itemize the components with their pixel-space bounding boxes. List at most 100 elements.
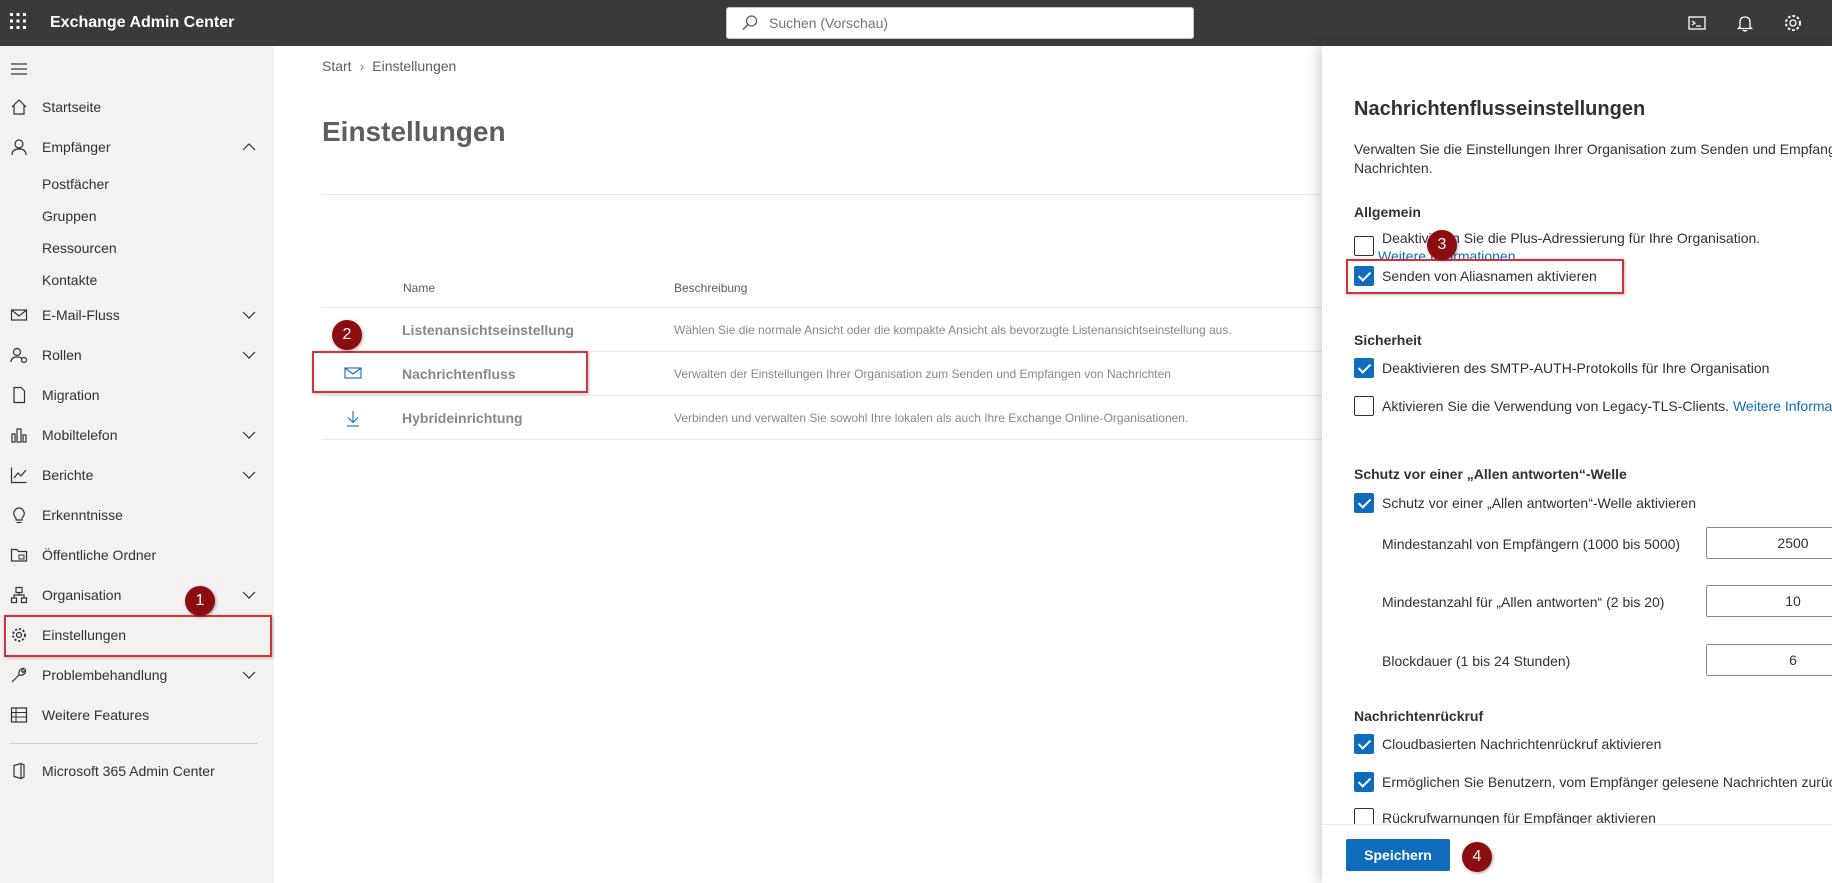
settings-panel: Nachrichtenflusseinstellungen Verwalten … bbox=[1322, 46, 1832, 883]
nav-item-organisation[interactable]: Organisation bbox=[0, 576, 274, 614]
panel-description: Verwalten Sie die Einstellungen Ihrer Or… bbox=[1354, 140, 1832, 178]
smtp-auth-label: Deaktivieren des SMTP-AUTH-Protokolls fü… bbox=[1382, 360, 1770, 376]
chevron-down-icon[interactable] bbox=[242, 308, 256, 322]
folder-icon bbox=[10, 548, 28, 562]
legacy-tls-learn-more-link[interactable]: Weitere Informationen bbox=[1733, 398, 1832, 414]
breadcrumb: Start › Einstellungen bbox=[322, 58, 456, 74]
waffle-icon[interactable] bbox=[8, 11, 28, 31]
nav-label: Empfänger bbox=[42, 139, 111, 155]
min-recipients-label: Mindestanzahl von Empfängern (1000 bis 5… bbox=[1382, 536, 1681, 552]
roles-icon bbox=[10, 347, 28, 364]
legacy-tls-checkbox[interactable] bbox=[1354, 396, 1374, 416]
step-badge-1: 1 bbox=[185, 586, 215, 616]
smtp-auth-checkbox[interactable] bbox=[1354, 358, 1374, 378]
breadcrumb-start[interactable]: Start bbox=[322, 58, 352, 74]
breadcrumb-separator-icon: › bbox=[359, 58, 365, 74]
office-icon bbox=[13, 762, 25, 780]
nav-item-erkenntnisse[interactable]: Erkenntnisse bbox=[0, 496, 274, 534]
download-icon bbox=[347, 411, 359, 427]
section-heading-reply-all: Schutz vor einer „Allen antworten“-Welle bbox=[1354, 466, 1627, 482]
min-replies-input[interactable] bbox=[1706, 585, 1832, 617]
save-button[interactable]: Speichern bbox=[1346, 839, 1450, 871]
nav-item-problembehandlung[interactable]: Problembehandlung bbox=[0, 656, 274, 694]
legacy-tls-label: Aktivieren Sie die Verwendung von Legacy… bbox=[1382, 398, 1832, 414]
nav-item-m365-admin-center[interactable]: Microsoft 365 Admin Center bbox=[0, 752, 274, 790]
top-bar: Exchange Admin Center bbox=[0, 0, 1832, 46]
chart-icon bbox=[10, 467, 27, 484]
nav-label: Berichte bbox=[42, 467, 94, 483]
min-replies-label: Mindestanzahl für „Allen antworten“ (2 b… bbox=[1382, 594, 1665, 610]
read-recall-checkbox[interactable] bbox=[1354, 772, 1374, 792]
nav-sub-postfaecher[interactable]: Postfächer bbox=[42, 176, 109, 192]
nav-label: Erkenntnisse bbox=[42, 507, 123, 523]
nav-sub-gruppen[interactable]: Gruppen bbox=[42, 208, 96, 224]
nav-item-startseite[interactable]: Startseite bbox=[0, 88, 274, 126]
highlight-box-einstellungen bbox=[4, 615, 272, 657]
section-heading-recall: Nachrichtenrückruf bbox=[1354, 708, 1484, 724]
search-box[interactable] bbox=[726, 7, 1194, 39]
search-input[interactable] bbox=[769, 12, 1179, 34]
nav-item-migration[interactable]: Migration bbox=[0, 376, 274, 414]
nav-label: Rollen bbox=[42, 347, 82, 363]
document-icon bbox=[13, 386, 26, 404]
nav-item-mobiltelefon[interactable]: Mobiltelefon bbox=[0, 416, 274, 454]
chevron-down-icon[interactable] bbox=[242, 348, 256, 362]
panel-description-line: Nachrichten. bbox=[1354, 160, 1433, 176]
main-content: Start › Einstellungen Einstellungen Name B… bbox=[274, 46, 1322, 883]
column-header-description[interactable]: Beschreibung bbox=[674, 281, 747, 295]
panel-description-line: Verwalten Sie die Einstellungen Ihrer Or… bbox=[1354, 141, 1832, 157]
nav-item-email-fluss[interactable]: E-Mail-Fluss bbox=[0, 296, 274, 334]
nav-item-berichte[interactable]: Berichte bbox=[0, 456, 274, 494]
bell-icon[interactable] bbox=[1734, 12, 1756, 34]
legacy-tls-text: Aktivieren Sie die Verwendung von Legacy… bbox=[1382, 398, 1730, 414]
nav-label: Weitere Features bbox=[42, 707, 150, 723]
reply-all-storm-checkbox[interactable] bbox=[1354, 493, 1374, 513]
row-description: Wählen Sie die normale Ansicht oder die … bbox=[674, 323, 1232, 337]
nav-label: Startseite bbox=[42, 99, 102, 115]
panel-footer: Speichern bbox=[1322, 824, 1832, 883]
hamburger-menu-icon[interactable] bbox=[10, 62, 28, 76]
grid-icon bbox=[10, 707, 28, 723]
nav-item-rollen[interactable]: Rollen bbox=[0, 336, 274, 374]
table-row-listenansicht[interactable]: Listenansichtseinstellung Wählen Sie die… bbox=[322, 308, 1322, 352]
wrench-icon bbox=[11, 667, 27, 683]
gear-icon[interactable] bbox=[1782, 12, 1804, 34]
row-description: Verwalten der Einstellungen Ihrer Organi… bbox=[674, 367, 1171, 381]
min-recipients-input[interactable] bbox=[1706, 527, 1832, 559]
app-title[interactable]: Exchange Admin Center bbox=[50, 14, 234, 32]
reply-all-storm-label: Schutz vor einer „Allen antworten“-Welle… bbox=[1382, 495, 1697, 511]
row-description: Verbinden und verwalten Sie sowohl Ihre … bbox=[674, 411, 1189, 425]
nav-sub-kontakte[interactable]: Kontakte bbox=[42, 272, 97, 288]
nav-label: E-Mail-Fluss bbox=[42, 307, 120, 323]
highlight-box-nachrichtenfluss bbox=[312, 351, 588, 393]
nav-label: Mobiltelefon bbox=[42, 427, 118, 443]
chevron-down-icon[interactable] bbox=[242, 468, 256, 482]
person-icon bbox=[11, 139, 27, 156]
phone-icon bbox=[11, 428, 27, 443]
block-duration-label: Blockdauer (1 bis 24 Stunden) bbox=[1382, 653, 1571, 669]
column-header-name[interactable]: Name bbox=[403, 281, 435, 295]
table-row-hybrideinrichtung[interactable]: Hybrideinrichtung Verbinden und verwalte… bbox=[322, 396, 1322, 440]
row-name: Listenansichtseinstellung bbox=[402, 322, 574, 338]
lightbulb-icon bbox=[13, 507, 25, 524]
home-icon bbox=[11, 99, 27, 115]
nav-item-weitere-features[interactable]: Weitere Features bbox=[0, 696, 274, 734]
panel-title: Nachrichtenflusseinstellungen bbox=[1354, 98, 1646, 120]
nav-item-empfaenger[interactable]: Empfänger bbox=[0, 128, 274, 166]
step-badge-3: 3 bbox=[1427, 230, 1457, 260]
nav-sub-ressourcen[interactable]: Ressourcen bbox=[42, 240, 117, 256]
plus-addressing-checkbox[interactable] bbox=[1354, 236, 1374, 256]
chevron-down-icon[interactable] bbox=[242, 428, 256, 442]
chevron-down-icon[interactable] bbox=[242, 668, 256, 682]
section-heading-general: Allgemein bbox=[1354, 204, 1421, 220]
chevron-down-icon[interactable] bbox=[242, 588, 256, 602]
nav-item-oeffentliche-ordner[interactable]: Öffentliche Ordner bbox=[0, 536, 274, 574]
chevron-up-icon[interactable] bbox=[242, 140, 256, 154]
terminal-icon[interactable] bbox=[1686, 12, 1708, 34]
block-duration-input[interactable] bbox=[1706, 644, 1832, 676]
cloud-recall-checkbox[interactable] bbox=[1354, 734, 1374, 754]
read-recall-label: Ermöglichen Sie Benutzern, vom Empfänger… bbox=[1382, 774, 1832, 790]
search-icon bbox=[742, 15, 758, 31]
left-navigation: Startseite Empfänger Postfächer Gruppen … bbox=[0, 46, 274, 883]
row-name: Hybrideinrichtung bbox=[402, 410, 523, 426]
